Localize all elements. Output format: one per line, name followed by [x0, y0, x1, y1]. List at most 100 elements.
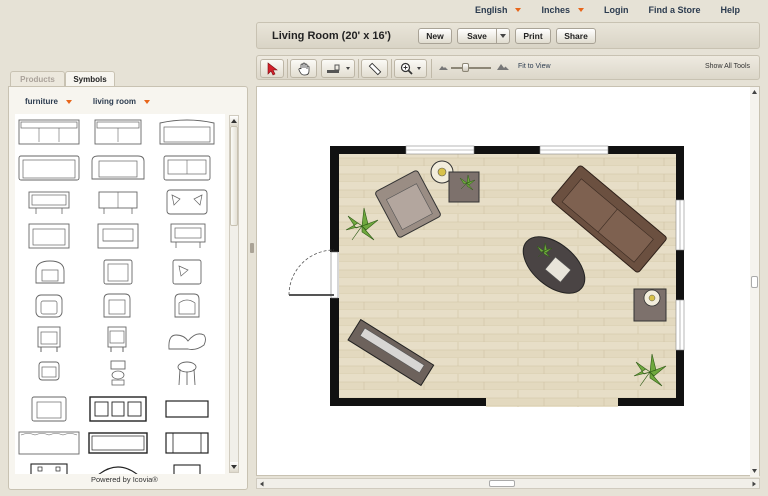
symbol-grid-scrollbar[interactable]	[229, 115, 239, 473]
panel-splitter-handle[interactable]	[250, 243, 254, 253]
page-title: Living Room (20' x 16')	[272, 29, 391, 42]
symbol-chaise[interactable]	[27, 188, 71, 216]
symbol-club-chair[interactable]	[33, 292, 65, 320]
login-link[interactable]: Login	[594, 4, 639, 16]
zoom-icon	[400, 62, 413, 75]
measure-icon	[327, 64, 340, 73]
bottom-opening	[486, 398, 618, 407]
window-top-left[interactable]	[405, 145, 475, 155]
fit-to-view-link[interactable]: Fit to View	[518, 63, 551, 70]
chevron-down-icon	[346, 67, 350, 70]
symbol-ottoman[interactable]	[164, 430, 210, 456]
symbol-recliner[interactable]	[30, 394, 68, 424]
symbol-loveseat-cushion[interactable]	[162, 154, 212, 182]
category-filter[interactable]: furniture	[25, 97, 72, 106]
symbol-media-console[interactable]	[88, 394, 148, 424]
chevron-down-icon[interactable]	[750, 467, 759, 475]
symbol-sofa-pillows[interactable]	[165, 188, 209, 216]
measure-tool-button[interactable]	[321, 59, 355, 78]
room-filter[interactable]: living room	[93, 97, 151, 106]
pan-tool-button[interactable]	[290, 59, 317, 78]
symbol-loveseat[interactable]	[93, 118, 143, 146]
symbol-tub-chair[interactable]	[172, 292, 202, 320]
select-tool-button[interactable]	[260, 59, 284, 78]
help-link[interactable]: Help	[710, 4, 750, 16]
chevron-down-icon	[500, 33, 506, 38]
chevron-up-icon	[231, 119, 237, 123]
scroll-up-button[interactable]	[230, 116, 238, 126]
tab-products[interactable]: Products	[10, 71, 65, 86]
symbol-sofa-rolled[interactable]	[89, 154, 147, 182]
symbol-sofa-curved[interactable]	[158, 118, 216, 146]
zoom-tool-button[interactable]	[394, 59, 427, 78]
chevron-up-icon[interactable]	[750, 88, 759, 96]
print-button[interactable]: Print	[515, 27, 551, 44]
canvas-vscroll-thumb[interactable]	[751, 276, 758, 288]
symbol-wing-chair[interactable]	[101, 292, 133, 320]
ruler-icon	[368, 62, 381, 75]
room-walls[interactable]	[330, 146, 684, 406]
language-menu[interactable]: English	[465, 4, 532, 16]
scroll-down-button[interactable]	[230, 462, 238, 472]
scroll-thumb[interactable]	[230, 126, 238, 226]
find-store-link[interactable]: Find a Store	[638, 4, 710, 16]
door[interactable]	[288, 249, 339, 299]
symbol-round-table[interactable]	[95, 462, 141, 474]
chevron-down-icon	[65, 99, 72, 104]
lamp-table-right[interactable]	[633, 288, 667, 322]
symbol-chair-round[interactable]	[33, 258, 67, 286]
save-button[interactable]: Save	[457, 27, 497, 44]
chevron-right-icon[interactable]	[750, 480, 758, 488]
symbol-armchair-pillow[interactable]	[171, 258, 203, 286]
zoom-slider-handle[interactable]	[462, 63, 469, 72]
symbol-sofa-three-seat[interactable]	[17, 154, 81, 182]
panel-tabs: Products Symbols	[10, 71, 115, 86]
canvas-horizontal-scrollbar[interactable]	[256, 478, 760, 489]
share-button[interactable]: Share	[556, 27, 596, 44]
tool-divider	[287, 59, 288, 78]
show-all-tools-link[interactable]: Show All Tools	[705, 63, 750, 70]
chevron-down-icon	[144, 99, 151, 104]
symbol-slipper-chair[interactable]	[35, 324, 63, 354]
powered-by-label: Powered by Icovia®	[91, 475, 158, 484]
symbol-bench[interactable]	[97, 188, 139, 216]
symbol-end-table[interactable]	[172, 462, 202, 474]
window-right-upper[interactable]	[675, 199, 685, 251]
symbol-loveseat-box[interactable]	[96, 222, 140, 250]
zoom-slider-track[interactable]	[451, 67, 491, 69]
chevron-down-icon	[577, 8, 584, 12]
symbol-buffet[interactable]	[87, 430, 149, 456]
title-bar: Living Room (20' x 16') New Save Print S…	[256, 22, 760, 49]
window-right-lower[interactable]	[675, 299, 685, 351]
chevron-left-icon[interactable]	[258, 480, 266, 488]
tool-divider	[431, 59, 432, 78]
symbol-coffee-table[interactable]	[164, 394, 210, 424]
mountain-small-icon	[439, 66, 448, 70]
tool-divider	[391, 59, 392, 78]
floor-plan	[288, 145, 685, 407]
chevron-down-icon	[515, 8, 522, 12]
ruler-tool-button[interactable]	[361, 59, 388, 78]
window-top-right[interactable]	[539, 145, 609, 155]
mountain-large-icon	[497, 64, 509, 70]
units-menu[interactable]: Inches	[531, 4, 594, 16]
new-button[interactable]: New	[418, 27, 452, 44]
symbol-side-table[interactable]	[175, 358, 199, 388]
side-table-top[interactable]	[448, 171, 480, 203]
symbol-cabinet[interactable]	[29, 462, 69, 474]
chevron-down-icon	[417, 67, 421, 70]
symbol-filters: furniture living room	[25, 97, 151, 106]
hand-icon	[298, 62, 309, 75]
symbol-dining-chair[interactable]	[35, 358, 63, 388]
symbol-armchair[interactable]	[102, 258, 134, 286]
symbol-stool[interactable]	[107, 358, 129, 388]
save-dropdown-button[interactable]	[497, 27, 510, 44]
canvas-hscroll-thumb[interactable]	[489, 480, 515, 487]
symbol-side-chair[interactable]	[105, 324, 129, 354]
symbol-armchair-box[interactable]	[168, 222, 208, 250]
symbol-loveseat-square[interactable]	[27, 222, 71, 250]
symbol-sofa-sectional[interactable]	[17, 430, 81, 456]
symbol-chaise-lounge[interactable]	[165, 324, 209, 354]
symbol-sofa-long[interactable]	[17, 118, 81, 146]
tab-symbols[interactable]: Symbols	[65, 71, 115, 86]
